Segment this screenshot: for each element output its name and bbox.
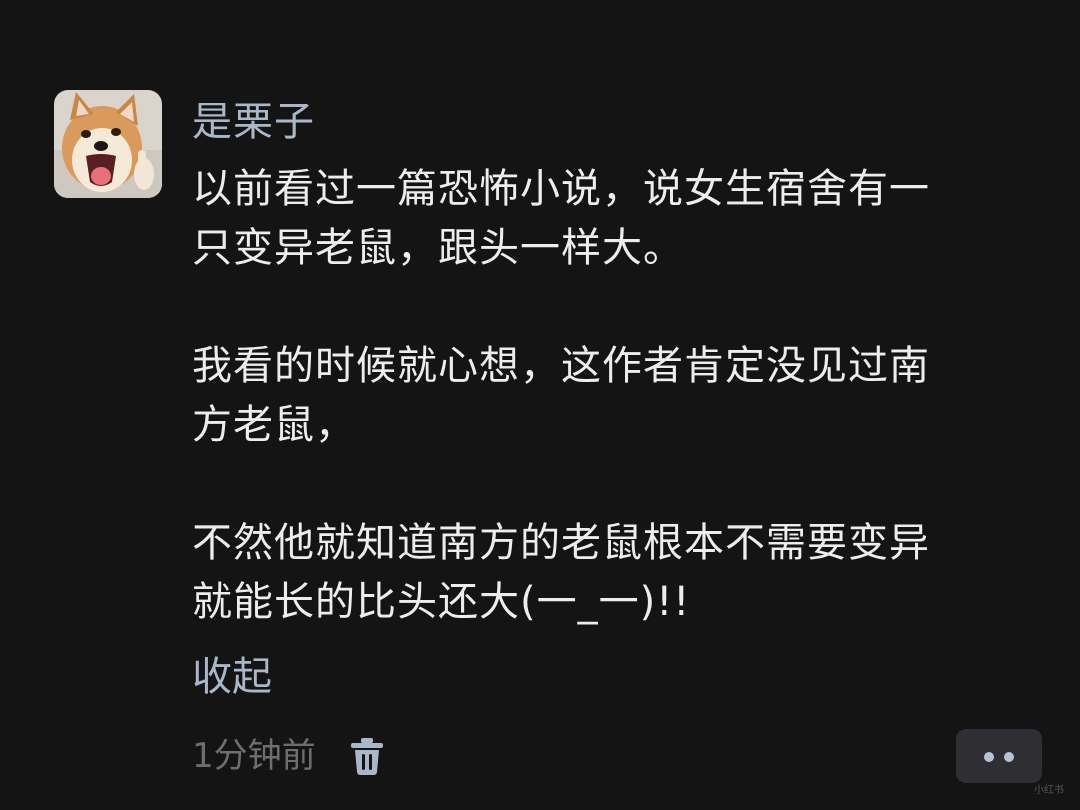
avatar[interactable] xyxy=(54,90,162,198)
shiba-dog-avatar-image xyxy=(54,90,162,198)
more-dots-icon xyxy=(1004,752,1014,762)
more-dots-icon xyxy=(984,752,994,762)
comment-screen: 是栗子 以前看过一篇恐怖小说，说女生宿舍有一 只变异老鼠，跟头一样大。 我看的时… xyxy=(0,0,1080,810)
trash-icon xyxy=(351,738,383,775)
collapse-link[interactable]: 收起 xyxy=(192,648,272,706)
comment-line: 只变异老鼠，跟头一样大。 xyxy=(192,225,684,271)
comment-line: 以前看过一篇恐怖小说，说女生宿舍有一 xyxy=(192,166,930,212)
comment-line: 我看的时候就心想，这作者肯定没见过南 xyxy=(192,343,930,389)
delete-button[interactable] xyxy=(348,736,386,776)
comment-text: 以前看过一篇恐怖小说，说女生宿舍有一 只变异老鼠，跟头一样大。 我看的时候就心想… xyxy=(192,160,1032,632)
timestamp: 1分钟前 xyxy=(192,736,316,776)
comment-line: 不然他就知道南方的老鼠根本不需要变异 xyxy=(192,520,930,566)
username[interactable]: 是栗子 xyxy=(192,94,315,150)
watermark: 小红书 xyxy=(1034,785,1064,796)
comment-line: 就能长的比头还大(一_一)!! xyxy=(192,579,691,625)
comment-line: 方老鼠， xyxy=(192,402,356,448)
more-options-button[interactable] xyxy=(956,729,1042,783)
